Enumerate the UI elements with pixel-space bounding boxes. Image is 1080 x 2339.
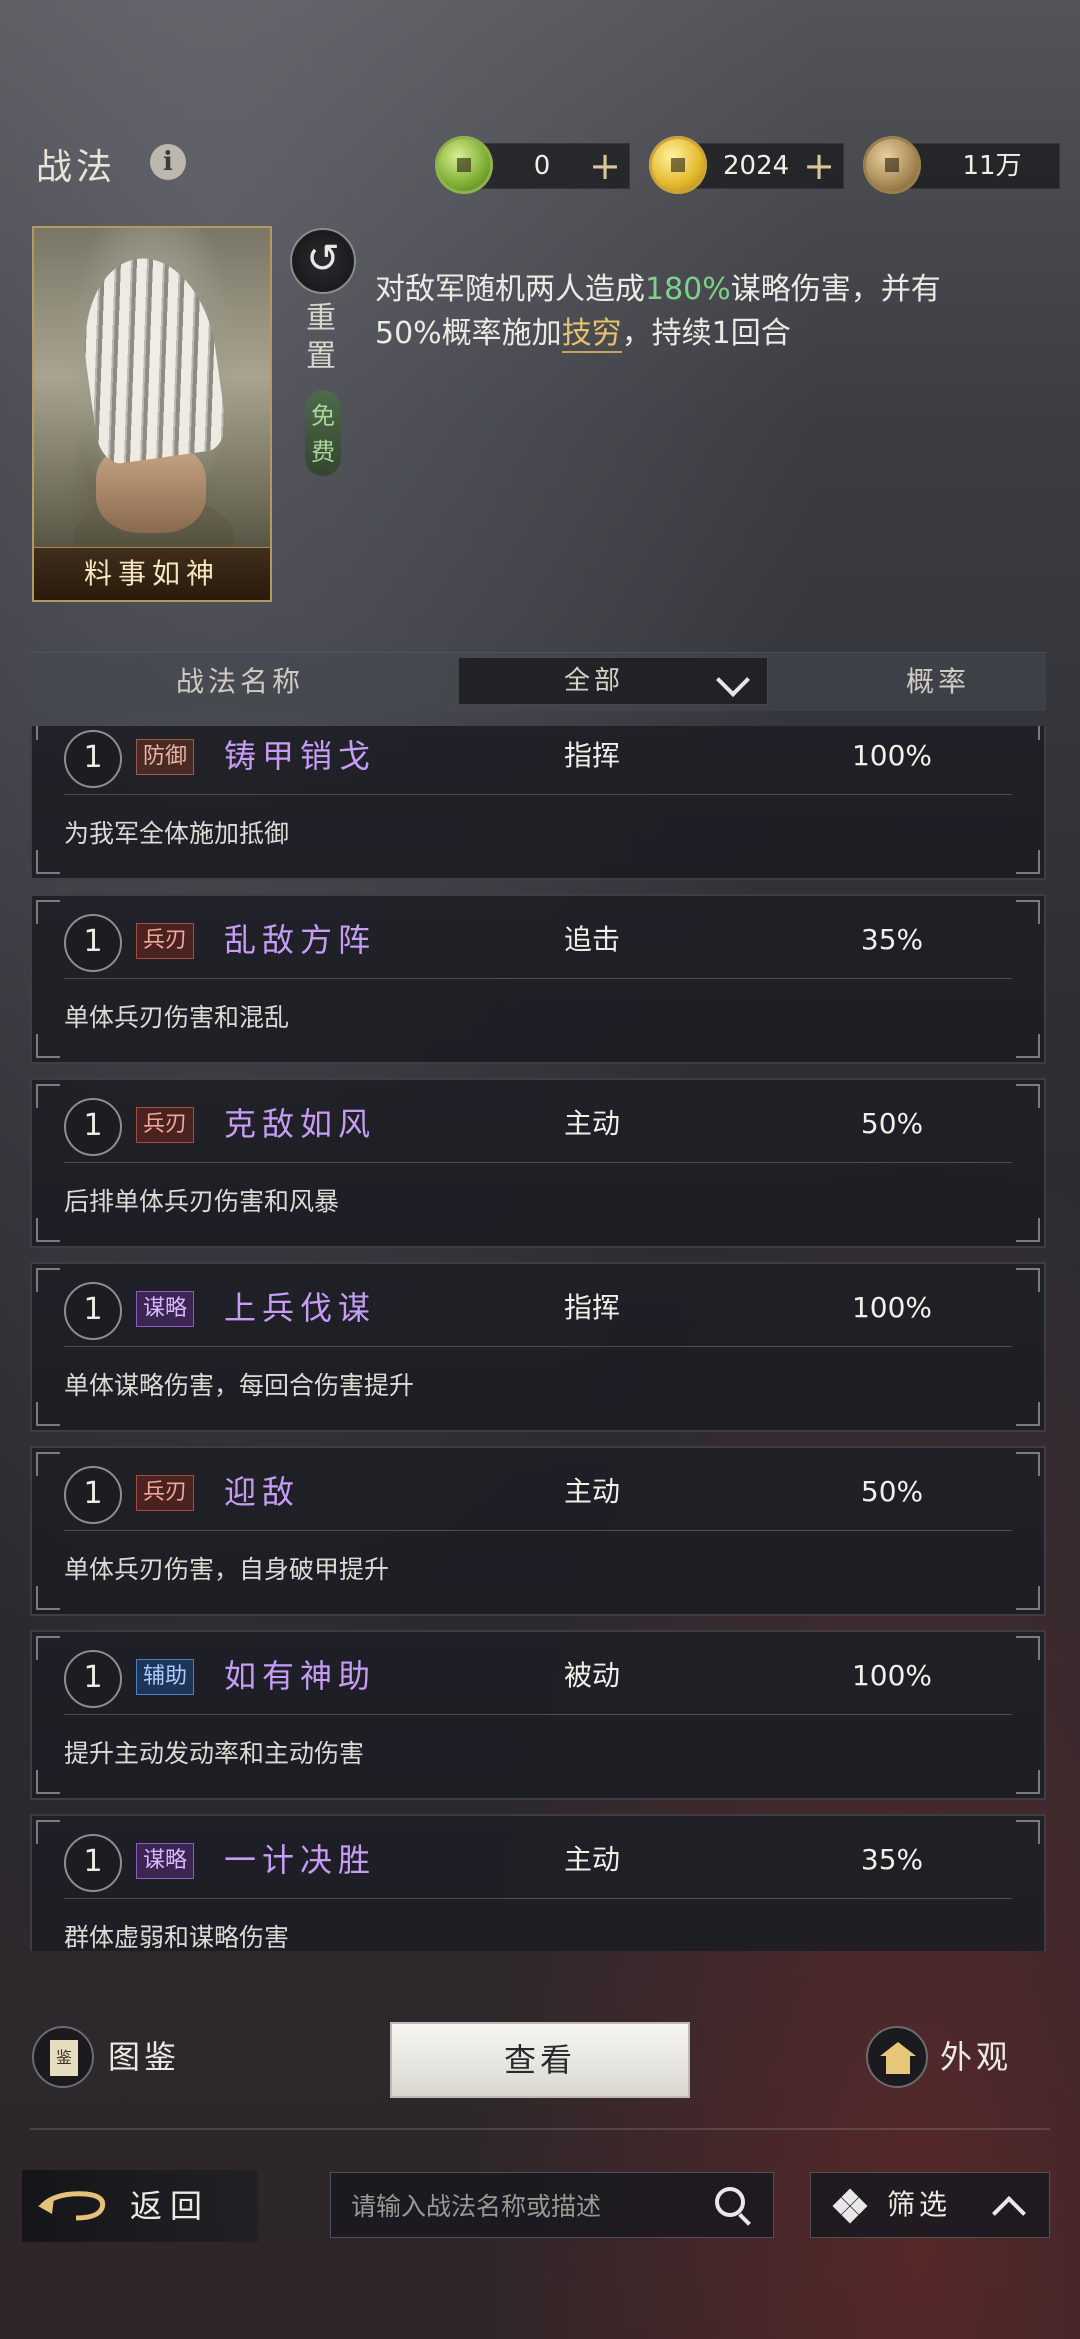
skill-summary: 单体兵刃伤害和混乱 xyxy=(64,1003,290,1032)
skill-level: 1 xyxy=(64,1282,122,1340)
skill-row[interactable]: 1 兵刃 克敌如风 主动 50% 后排单体兵刃伤害和风暴 xyxy=(30,1078,1046,1248)
skill-description: 对敌军随机两人造成180%谋略伤害，并有50%概率施加技穷，持续1回合 xyxy=(375,272,941,353)
divider xyxy=(30,2128,1050,2130)
skill-summary: 提升主动发动率和主动伤害 xyxy=(64,1739,365,1768)
column-name-header: 战法名称 xyxy=(175,665,304,698)
skill-type: 主动 xyxy=(563,1475,620,1508)
skill-category-tag: 谋略 xyxy=(136,1843,195,1879)
appearance-label: 外观 xyxy=(940,2038,1013,2076)
page-title: 战法 xyxy=(36,147,117,188)
feather-fan-image xyxy=(72,249,230,467)
skill-category-tag: 兵刃 xyxy=(136,1107,195,1143)
skill-level: 1 xyxy=(64,730,122,788)
skill-row[interactable]: 1 防御 铸甲销戈 指挥 100% 为我军全体施加抵御 xyxy=(30,726,1046,880)
skill-category-tag: 兵刃 xyxy=(136,1475,195,1511)
back-label: 返回 xyxy=(130,2187,211,2225)
skill-level: 1 xyxy=(64,1650,122,1708)
skill-name: 上兵伐谋 xyxy=(224,1289,377,1327)
chevron-up-icon xyxy=(992,2196,1026,2230)
skill-level: 1 xyxy=(64,1466,122,1524)
free-badge: 免费 xyxy=(305,390,341,476)
type-filter-dropdown[interactable]: 全部 xyxy=(458,657,768,705)
filter-diamonds-icon xyxy=(832,2188,868,2224)
filter-label: 筛选 xyxy=(887,2188,952,2221)
reset-button[interactable]: ↺ xyxy=(290,228,356,294)
skill-level: 1 xyxy=(64,1098,122,1156)
atlas-label: 图鉴 xyxy=(108,2038,181,2076)
gold-coin-icon xyxy=(649,136,707,194)
jade-coin-icon xyxy=(435,136,493,194)
skill-name: 一计决胜 xyxy=(224,1841,377,1879)
top-bar: 战法 i 0 + 2024 + 11万 xyxy=(0,0,1080,200)
back-arrow-icon xyxy=(38,2191,106,2221)
skill-type: 指挥 xyxy=(563,739,620,772)
skill-summary: 为我军全体施加抵御 xyxy=(64,819,290,848)
skill-category-tag: 防御 xyxy=(136,739,195,775)
resource-gold: 2024 + xyxy=(649,136,844,194)
info-icon[interactable]: i xyxy=(150,144,186,180)
back-button[interactable]: 返回 xyxy=(22,2170,258,2242)
type-filter-value: 全部 xyxy=(563,666,624,696)
skill-level: 1 xyxy=(64,1834,122,1892)
view-button[interactable]: 查看 xyxy=(390,2022,690,2098)
skill-type: 主动 xyxy=(563,1843,620,1876)
skill-name: 迎敌 xyxy=(224,1473,301,1511)
resource-copper: 11万 xyxy=(863,136,1060,194)
skill-summary: 后排单体兵刃伤害和风暴 xyxy=(64,1187,340,1216)
skill-type: 主动 xyxy=(563,1107,620,1140)
search-box xyxy=(330,2172,774,2239)
search-input[interactable] xyxy=(349,2173,713,2239)
skill-type: 指挥 xyxy=(563,1291,620,1324)
resource-value: 11万 xyxy=(962,151,1022,181)
column-rate-header: 概率 xyxy=(905,665,970,698)
skill-row[interactable]: 1 兵刃 乱敌方阵 追击 35% 单体兵刃伤害和混乱 xyxy=(30,894,1046,1064)
skill-name: 铸甲销戈 xyxy=(224,737,377,775)
resource-value: 0 xyxy=(533,151,551,181)
skill-row[interactable]: 1 辅助 如有神助 被动 100% 提升主动发动率和主动伤害 xyxy=(30,1630,1046,1800)
skill-rate: 50% xyxy=(860,1107,924,1140)
skill-rate: 35% xyxy=(860,923,924,956)
skill-rate: 100% xyxy=(851,739,933,772)
status-link[interactable]: 技穷 xyxy=(561,316,622,353)
resource-value: 2024 xyxy=(723,151,790,181)
skill-summary: 单体谋略伤害，每回合伤害提升 xyxy=(64,1371,415,1400)
skill-rate: 50% xyxy=(860,1475,924,1508)
skill-level: 1 xyxy=(64,914,122,972)
add-jade-button[interactable]: + xyxy=(589,144,621,188)
skill-rate: 100% xyxy=(851,1291,933,1324)
add-gold-button[interactable]: + xyxy=(803,144,835,188)
pavilion-icon xyxy=(866,2026,928,2088)
filter-button[interactable]: 筛选 xyxy=(810,2172,1050,2238)
skill-rate: 35% xyxy=(860,1843,924,1876)
skill-summary: 群体虚弱和谋略伤害 xyxy=(64,1923,290,1951)
skill-name: 克敌如风 xyxy=(224,1105,377,1143)
reset-label[interactable]: 重置 xyxy=(306,300,340,376)
skill-name: 乱敌方阵 xyxy=(224,921,377,959)
skill-card-name: 料事如神 xyxy=(34,547,270,600)
skill-row[interactable]: 1 谋略 上兵伐谋 指挥 100% 单体谋略伤害，每回合伤害提升 xyxy=(30,1262,1046,1432)
resource-jade: 0 + xyxy=(435,136,630,194)
skill-row[interactable]: 1 兵刃 迎敌 主动 50% 单体兵刃伤害，自身破甲提升 xyxy=(30,1446,1046,1616)
skill-name: 如有神助 xyxy=(224,1657,377,1695)
damage-percent: 180% xyxy=(645,272,731,307)
skill-row[interactable]: 1 谋略 一计决胜 主动 35% 群体虚弱和谋略伤害 xyxy=(30,1814,1046,1951)
skill-type: 追击 xyxy=(563,923,620,956)
skill-rate: 100% xyxy=(851,1659,933,1692)
table-header: 战法名称 全部 概率 xyxy=(30,652,1046,711)
skill-type: 被动 xyxy=(563,1659,620,1692)
search-icon[interactable] xyxy=(715,2187,745,2217)
book-icon: 鉴 xyxy=(32,2026,94,2088)
skill-category-tag: 兵刃 xyxy=(136,923,195,959)
skill-category-tag: 辅助 xyxy=(136,1659,195,1695)
skill-category-tag: 谋略 xyxy=(136,1291,195,1327)
skill-list[interactable]: 1 防御 铸甲销戈 指挥 100% 为我军全体施加抵御 1 兵刃 乱敌方阵 追击… xyxy=(30,726,1048,1951)
copper-coin-icon xyxy=(863,136,921,194)
refresh-icon: ↺ xyxy=(306,236,340,282)
skill-card-art[interactable]: 料事如神 xyxy=(32,226,272,602)
skill-summary: 单体兵刃伤害，自身破甲提升 xyxy=(64,1555,390,1584)
